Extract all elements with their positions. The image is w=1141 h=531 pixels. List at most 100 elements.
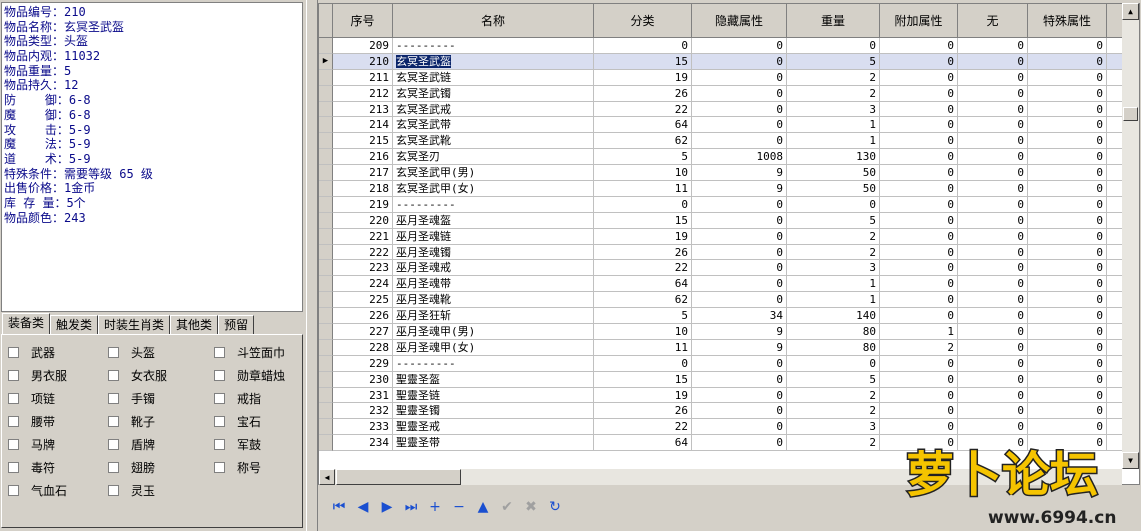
table-cell[interactable]: 0 — [1028, 324, 1107, 340]
table-cell[interactable]: 231 — [333, 387, 393, 404]
cancel-icon[interactable]: ✖ — [522, 498, 540, 516]
category-checkbox[interactable]: 称号 — [214, 458, 261, 476]
table-cell[interactable]: 2 — [787, 403, 880, 420]
table-cell[interactable]: 0 — [880, 181, 958, 197]
scroll-up-button[interactable]: ▲ — [1122, 3, 1139, 20]
table-cell[interactable]: 0 — [1028, 292, 1107, 309]
table-cell[interactable]: 211 — [333, 69, 393, 86]
splitter[interactable] — [306, 0, 318, 531]
checkbox-box[interactable] — [108, 461, 119, 473]
checkbox-box[interactable] — [214, 369, 225, 381]
table-row[interactable]: 230聖靈圣盔150500011487 — [319, 371, 1139, 388]
table-cell[interactable]: 0 — [958, 181, 1028, 197]
hscroll-thumb[interactable] — [336, 469, 461, 485]
table-cell[interactable]: 2 — [787, 85, 880, 102]
table-cell[interactable]: 215 — [333, 133, 393, 150]
table-cell[interactable]: 217 — [333, 165, 393, 182]
table-cell[interactable]: 0 — [692, 228, 787, 245]
table-cell[interactable]: 216 — [333, 149, 393, 166]
table-cell[interactable]: 0 — [958, 53, 1028, 70]
table-cell[interactable]: 0 — [1028, 276, 1107, 293]
table-cell[interactable]: 0 — [1028, 355, 1107, 372]
table-cell[interactable]: 巫月圣魂甲(女) — [393, 339, 594, 356]
column-header[interactable]: 名称 — [393, 4, 594, 38]
table-cell[interactable]: 220 — [333, 212, 393, 229]
table-row[interactable]: 219---------0000000 — [319, 196, 1139, 213]
table-row[interactable]: 214玄冥圣武带6401000761 — [319, 117, 1139, 134]
vertical-scrollbar[interactable]: ▲ ▼ — [1122, 3, 1139, 469]
table-row[interactable]: 223巫月圣魂戒220300011456 — [319, 260, 1139, 277]
table-cell[interactable]: 22 — [594, 101, 692, 118]
table-cell[interactable]: 0 — [958, 355, 1028, 372]
table-cell[interactable]: 巫月圣魂靴 — [393, 292, 594, 309]
table-cell[interactable]: 214 — [333, 117, 393, 134]
table-row[interactable]: 228巫月圣魂甲(女)11980200591 — [319, 339, 1139, 356]
table-cell[interactable]: 0 — [880, 69, 958, 86]
category-checkbox[interactable]: 武器 — [8, 343, 55, 361]
checkbox-box[interactable] — [8, 484, 19, 496]
table-cell[interactable]: 0 — [958, 117, 1028, 134]
table-cell[interactable]: 0 — [880, 149, 958, 166]
category-checkbox[interactable]: 靴子 — [108, 412, 155, 430]
table-cell[interactable]: 0 — [1028, 371, 1107, 388]
tab-3[interactable]: 其他类 — [170, 315, 219, 334]
table-cell[interactable]: 玄冥圣武链 — [393, 69, 594, 86]
table-cell[interactable]: 1 — [787, 117, 880, 134]
checkbox-box[interactable] — [108, 369, 119, 381]
table-cell[interactable]: 1 — [787, 276, 880, 293]
table-cell[interactable]: 巫月圣魂盔 — [393, 212, 594, 229]
table-cell[interactable]: 巫月圣魂甲(男) — [393, 324, 594, 340]
table-cell[interactable]: 0 — [1028, 228, 1107, 245]
table-cell[interactable]: 聖靈圣盔 — [393, 371, 594, 388]
category-checkbox[interactable]: 宝石 — [214, 412, 261, 430]
table-row[interactable]: 220巫月圣魂盔150500010855 — [319, 212, 1139, 229]
checkbox-box[interactable] — [8, 369, 19, 381]
table-cell[interactable]: 0 — [787, 355, 880, 372]
category-checkbox[interactable]: 头盔 — [108, 343, 155, 361]
table-cell[interactable]: 0 — [958, 276, 1028, 293]
table-cell[interactable]: 2 — [787, 228, 880, 245]
table-cell[interactable]: 0 — [1028, 244, 1107, 261]
table-cell[interactable]: 聖靈圣戒 — [393, 419, 594, 436]
table-cell[interactable]: 233 — [333, 419, 393, 436]
table-cell[interactable]: 11 — [594, 181, 692, 197]
table-cell[interactable]: 9 — [692, 339, 787, 356]
table-cell[interactable]: 0 — [958, 324, 1028, 340]
table-cell[interactable]: 212 — [333, 85, 393, 102]
table-cell[interactable]: 2 — [880, 339, 958, 356]
column-header[interactable]: 无 — [958, 4, 1028, 38]
table-cell[interactable]: 0 — [880, 53, 958, 70]
table-cell[interactable]: --------- — [393, 355, 594, 372]
category-checkbox[interactable]: 马牌 — [8, 435, 55, 453]
table-cell[interactable]: 5 — [787, 371, 880, 388]
table-cell[interactable]: 0 — [692, 69, 787, 86]
table-cell[interactable]: 0 — [692, 212, 787, 229]
table-cell[interactable]: 209 — [333, 38, 393, 54]
table-cell[interactable]: 玄冥圣武镯 — [393, 85, 594, 102]
checkbox-box[interactable] — [8, 461, 19, 473]
table-cell[interactable]: 1 — [787, 133, 880, 150]
table-cell[interactable]: 0 — [692, 355, 787, 372]
table-cell[interactable]: 64 — [594, 117, 692, 134]
table-cell[interactable]: 巫月圣魂镯 — [393, 244, 594, 261]
table-cell[interactable]: 213 — [333, 101, 393, 118]
table-cell[interactable]: 玄冥圣武盔 — [393, 53, 594, 70]
category-checkbox[interactable]: 手镯 — [108, 389, 155, 407]
table-cell[interactable]: 0 — [692, 435, 787, 452]
table-cell[interactable]: 0 — [880, 117, 958, 134]
table-cell[interactable]: 34 — [692, 308, 787, 325]
category-checkbox[interactable]: 腰带 — [8, 412, 55, 430]
table-cell[interactable]: 80 — [787, 339, 880, 356]
table-cell[interactable]: 210 — [333, 53, 393, 70]
table-row[interactable]: 231聖靈圣链1902000777 — [319, 387, 1139, 404]
table-cell[interactable]: 15 — [594, 212, 692, 229]
prior-icon[interactable]: ◀ — [354, 498, 372, 516]
category-checkbox[interactable]: 气血石 — [8, 481, 67, 499]
table-row[interactable]: 225巫月圣魂靴620100011155 — [319, 292, 1139, 309]
post-icon[interactable]: ✔ — [498, 498, 516, 516]
table-cell[interactable]: 0 — [1028, 133, 1107, 150]
table-cell[interactable]: 玄冥圣武靴 — [393, 133, 594, 150]
category-checkbox[interactable]: 盾牌 — [108, 435, 155, 453]
table-cell[interactable]: 0 — [880, 85, 958, 102]
table-cell[interactable]: 15 — [594, 53, 692, 70]
